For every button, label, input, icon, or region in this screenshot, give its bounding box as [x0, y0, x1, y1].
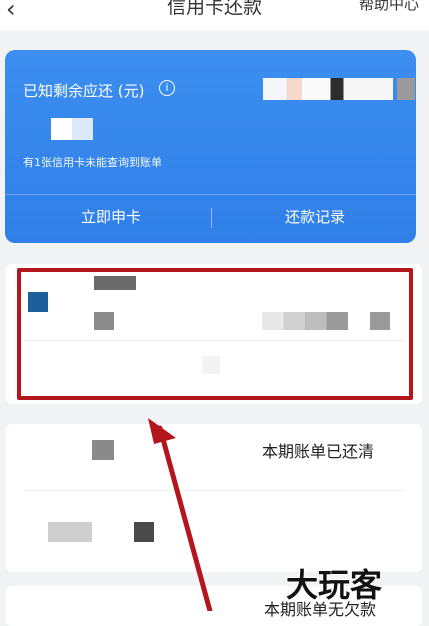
top-bar: ‹ 信用卡还款 帮助中心 — [0, 0, 429, 30]
no-bill-note: 有1张信用卡未能查询到账单 — [23, 156, 162, 169]
masked-card-number — [92, 440, 114, 460]
credit-card-item[interactable]: 本期账单已还清 — [6, 424, 422, 572]
highlight-box — [17, 268, 413, 400]
summary-divider — [5, 194, 416, 195]
repayment-summary-card: 已知剩余应还 (元) i 有1张信用卡未能查询到账单 立即申卡 还款记录 — [5, 50, 416, 243]
apply-card-button[interactable]: 立即申卡 — [81, 206, 141, 227]
bill-paid-status: 本期账单已还清 — [262, 442, 375, 461]
summary-button-divider — [211, 208, 212, 228]
masked-amount-tail — [397, 78, 415, 100]
watermark-text: 大玩客 — [286, 566, 383, 604]
masked-detail-tail — [134, 522, 154, 542]
remaining-due-label: 已知剩余应还 (元) — [23, 82, 145, 100]
card-divider — [24, 490, 404, 491]
masked-amount-value — [51, 118, 93, 140]
help-center-link[interactable]: 帮助中心 — [359, 0, 419, 14]
info-icon[interactable]: i — [159, 80, 175, 96]
repayment-history-button[interactable]: 还款记录 — [285, 206, 345, 227]
masked-detail — [48, 522, 92, 542]
masked-amount — [263, 78, 393, 100]
